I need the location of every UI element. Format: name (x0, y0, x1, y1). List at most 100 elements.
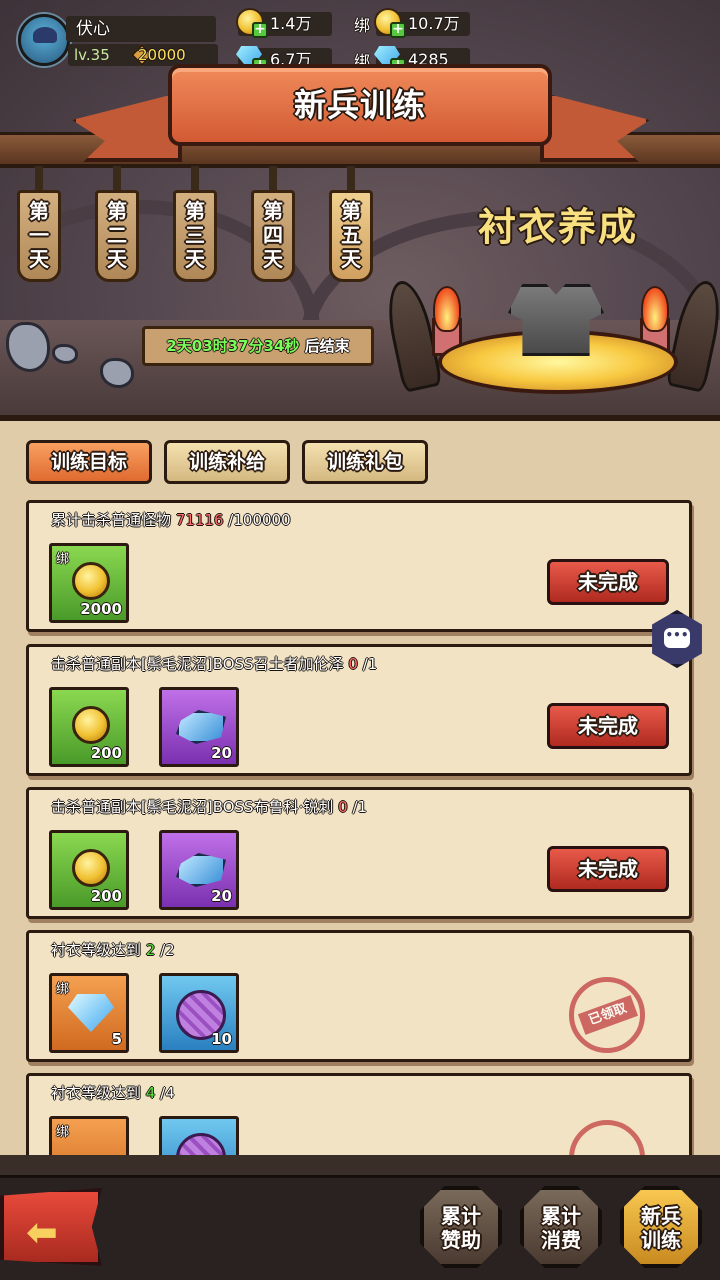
countdown-timer: 2天03时37分34秒 (166, 337, 300, 355)
task-title: 击杀普通副本[鬃毛泥沼]BOSS召土者加伦泽 0 /1 (51, 653, 377, 674)
task-progress: 0 (338, 798, 348, 816)
day-1-tag[interactable]: 第 一 天 (17, 190, 61, 282)
reward-item[interactable]: 200 (49, 830, 129, 910)
reward-quantity: 10 (211, 1030, 232, 1048)
add-icon[interactable]: + (252, 22, 268, 38)
task-title-text: 累计击杀普通怪物 (51, 511, 172, 529)
reward-quantity: 2000 (80, 600, 122, 618)
task-title-text: 衬衣等级达到 (51, 1084, 142, 1102)
day-label: 第 (341, 199, 361, 223)
back-button[interactable]: ⬅ (0, 1188, 102, 1266)
task-title: 累计击杀普通怪物 71116 /100000 (51, 509, 291, 530)
task-title-text: 衬衣等级达到 (51, 941, 142, 959)
reward-quantity: 5 (111, 1030, 122, 1048)
add-icon[interactable]: + (390, 22, 406, 38)
nav-label: 新兵 (641, 1204, 681, 1228)
nav-label: 累计 (441, 1204, 481, 1228)
day-label: 四 (263, 223, 283, 247)
flame-icon (433, 286, 461, 332)
task-target: /1 (362, 655, 378, 673)
gold-coin-icon (72, 849, 110, 887)
player-avatar[interactable] (18, 14, 70, 66)
day-3-tag[interactable]: 第 三 天 (173, 190, 217, 282)
task-progress: 2 (145, 941, 156, 959)
player-level-bar: lv.35 20000 (68, 43, 218, 67)
bind-label: 绑 (56, 1125, 70, 1140)
chat-bubble-icon: ••• (664, 628, 690, 648)
task-status-button[interactable]: 未完成 (547, 846, 669, 892)
day-label: 五 (341, 223, 361, 247)
reward-item[interactable]: 绑 5 (49, 973, 129, 1053)
day-label: 二 (107, 223, 127, 247)
timer-suffix: 后结束 (304, 337, 350, 355)
nav-label: 训练 (641, 1228, 681, 1252)
bound-gold-counter[interactable]: + 10.7万 (374, 8, 470, 38)
nav-label: 消费 (541, 1228, 581, 1252)
combat-power: 20000 (138, 46, 186, 64)
reward-quantity: 200 (90, 887, 122, 905)
task-title-text: 击杀普通副本[鬃毛泥沼]BOSS布鲁科·锐刺 (51, 798, 334, 816)
reward-item[interactable]: 20 (159, 687, 239, 767)
day-label: 天 (185, 247, 205, 271)
task-status-button[interactable]: 未完成 (547, 559, 669, 605)
nav-recruit-training[interactable]: 新兵 训练 (620, 1186, 702, 1268)
tab-training-supply[interactable]: 训练补给 (164, 440, 290, 484)
day-label: 第 (185, 199, 205, 223)
task-target: /2 (160, 941, 175, 959)
day-label: 三 (185, 223, 205, 247)
task-progress: 71116 (175, 511, 224, 529)
player-name-bar: 伏心 (66, 16, 216, 42)
rock (6, 322, 50, 372)
claimed-label: 已领取 (577, 995, 639, 1035)
back-arrow-icon: ⬅ (26, 1210, 58, 1254)
claimed-stamp: 已领取 (569, 977, 645, 1053)
crystal-icon (176, 853, 226, 887)
reward-quantity: 20 (211, 887, 232, 905)
task-title: 衬衣等级达到 4 /4 (51, 1082, 175, 1103)
reward-item[interactable]: 20 (159, 830, 239, 910)
day-2-tag[interactable]: 第 二 天 (95, 190, 139, 282)
bind-label: 绑 (354, 16, 371, 35)
task-title-text: 击杀普通副本[鬃毛泥沼]BOSS召土者加伦泽 (51, 655, 344, 673)
player-level: lv.35 (74, 46, 110, 64)
task-status-button[interactable]: 未完成 (547, 703, 669, 749)
reward-item[interactable]: 绑 2000 (49, 543, 129, 623)
task-card: 击杀普通副本[鬃毛泥沼]BOSS布鲁科·锐刺 0 /1 200 20 未完成 (26, 787, 692, 919)
title-banner: 新兵训练 (168, 64, 552, 146)
gold-counter[interactable]: + 1.4万 (236, 8, 332, 38)
player-name: 伏心 (76, 19, 110, 39)
crystal-icon (176, 710, 226, 744)
reward-item[interactable]: 10 (159, 973, 239, 1053)
gold-amount: 1.4万 (270, 14, 312, 33)
task-target: /1 (352, 798, 368, 816)
day-label: 一 (29, 223, 49, 247)
nav-cumulative-sponsor[interactable]: 累计 赞助 (420, 1186, 502, 1268)
bind-label: 绑 (56, 982, 70, 997)
day-4-tag[interactable]: 第 四 天 (251, 190, 295, 282)
reward-item[interactable]: 200 (49, 687, 129, 767)
costume-title: 衬衣养成 (478, 205, 639, 249)
rock (52, 344, 78, 364)
day-label: 天 (263, 247, 283, 271)
nav-cumulative-spend[interactable]: 累计 消费 (520, 1186, 602, 1268)
day-label: 天 (341, 247, 361, 271)
task-card: 衬衣等级达到 2 /2 绑 5 10 已领取 (26, 930, 692, 1062)
day-label: 第 (107, 199, 127, 223)
nav-label: 累计 (541, 1204, 581, 1228)
rock (100, 358, 134, 388)
task-progress: 4 (145, 1084, 156, 1102)
day-label: 天 (107, 247, 127, 271)
page-title: 新兵训练 (293, 86, 426, 124)
bound-gold-amount: 10.7万 (408, 14, 460, 33)
bind-label: 绑 (56, 552, 70, 567)
day-label: 天 (29, 247, 49, 271)
day-5-tag[interactable]: 第 五 天 (329, 190, 373, 282)
day-label: 第 (263, 199, 283, 223)
tab-training-goals[interactable]: 训练目标 (26, 440, 152, 484)
task-target: /4 (160, 1084, 175, 1102)
tab-training-gift[interactable]: 训练礼包 (302, 440, 428, 484)
task-card: 击杀普通副本[鬃毛泥沼]BOSS召土者加伦泽 0 /1 200 20 未完成 (26, 644, 692, 776)
reward-quantity: 200 (90, 744, 122, 762)
task-target: /100000 (228, 511, 291, 529)
gold-coin-icon (72, 706, 110, 744)
